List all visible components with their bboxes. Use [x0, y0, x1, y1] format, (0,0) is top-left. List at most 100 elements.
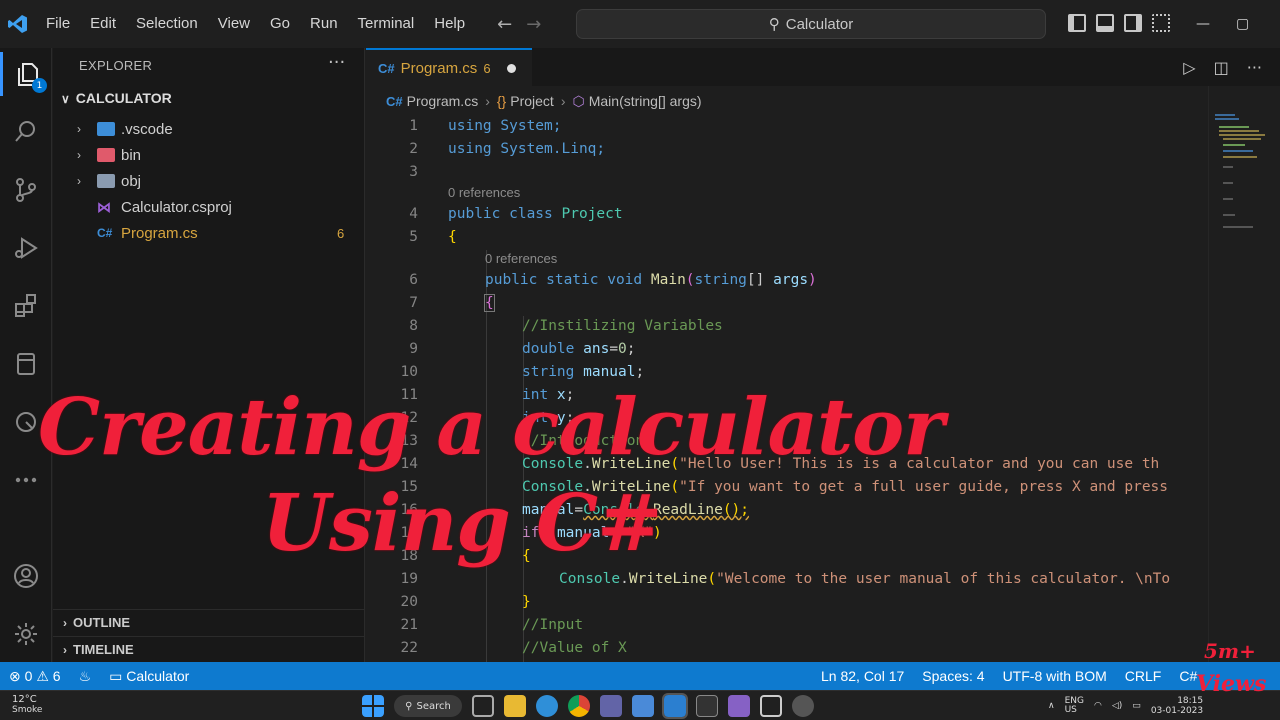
line-number: 8 — [409, 318, 418, 334]
menu-edit[interactable]: Edit — [80, 0, 126, 48]
tray-chevron-up-icon[interactable]: ∧ — [1048, 701, 1055, 711]
views-label: Views — [1196, 671, 1267, 697]
editor-more-icon[interactable]: ··· — [1247, 58, 1262, 77]
settings-gear-icon[interactable] — [0, 612, 52, 656]
store-icon[interactable] — [632, 695, 654, 717]
folder-name: CALCULATOR — [75, 90, 172, 106]
warning-icon: ⚠ — [36, 667, 49, 684]
code-line: string manual; — [522, 364, 645, 380]
search-icon: ⚲ — [405, 700, 413, 712]
extensions-icon[interactable] — [0, 284, 52, 328]
problem-count: 6 — [337, 225, 345, 241]
code-line: Console.WriteLine("Welcome to the user m… — [559, 571, 1171, 587]
timeline-section[interactable]: › TIMELINE — [53, 636, 364, 662]
menu-file[interactable]: File — [36, 0, 80, 48]
tree-item-vscode[interactable]: › .vscode — [53, 116, 364, 142]
tree-item-program-cs[interactable]: C# Program.cs 6 — [53, 220, 364, 246]
folder-header[interactable]: ∨ CALCULATOR — [61, 90, 172, 106]
cube-app-icon[interactable] — [760, 695, 782, 717]
breadcrumb-method[interactable]: Main(string[] args) — [589, 93, 702, 109]
tree-item-label: bin — [121, 146, 142, 164]
teams-icon[interactable] — [600, 695, 622, 717]
title-bar: File Edit Selection View Go Run Terminal… — [0, 0, 1280, 48]
windows-start-icon[interactable] — [362, 695, 384, 717]
battery-icon[interactable]: ▭ — [1132, 701, 1141, 711]
tab-program-cs[interactable]: C# Program.cs 6 — [366, 48, 532, 86]
class-symbol-icon: {} — [496, 93, 507, 109]
vscode-taskbar-icon[interactable] — [662, 693, 688, 719]
explorer-more-icon[interactable]: ··· — [328, 52, 345, 73]
line-number: 5 — [409, 229, 418, 245]
line-number: 9 — [409, 341, 418, 357]
menu-run[interactable]: Run — [300, 0, 348, 48]
explorer-badge: 1 — [32, 78, 47, 93]
split-editor-icon[interactable]: ◫ — [1214, 58, 1229, 77]
tree-item-bin[interactable]: › bin — [53, 142, 364, 168]
overlay-title-line-2: Using C# — [262, 478, 662, 569]
problems-indicator[interactable]: ⊗ 0 ⚠ 6 — [0, 668, 70, 685]
minimize-icon[interactable]: — — [1196, 16, 1210, 32]
cursor-position[interactable]: Ln 82, Col 17 — [812, 668, 913, 684]
code-line: double ans=0; — [522, 341, 636, 357]
vscode-logo-icon — [0, 0, 36, 48]
forward-arrow-icon[interactable]: → — [526, 14, 541, 35]
clock[interactable]: 18:15 03-01-2023 — [1151, 696, 1203, 716]
tree-item-obj[interactable]: › obj — [53, 168, 364, 194]
edge-icon[interactable] — [536, 695, 558, 717]
command-center-label: Calculator — [785, 15, 854, 33]
activity-bar: 1 — [0, 48, 52, 662]
minimap[interactable] — [1208, 86, 1280, 662]
encoding[interactable]: UTF-8 with BOM — [994, 668, 1116, 684]
codelens-references[interactable]: 0 references — [448, 185, 520, 200]
toggle-secondary-sidebar-icon[interactable] — [1124, 14, 1142, 32]
unsaved-dot-icon[interactable] — [506, 63, 516, 73]
menu-view[interactable]: View — [208, 0, 260, 48]
testing-icon[interactable] — [0, 342, 52, 386]
back-arrow-icon[interactable]: ← — [497, 14, 512, 35]
command-center-search[interactable]: ⚲ Calculator — [576, 9, 1046, 39]
code-line: public static void Main(string[] args) — [485, 272, 817, 288]
search-activity-icon[interactable] — [0, 110, 52, 154]
customize-layout-icon[interactable] — [1152, 14, 1170, 32]
toggle-panel-icon[interactable] — [1096, 14, 1114, 32]
flame-icon[interactable]: ♨ — [70, 668, 101, 685]
toggle-sidebar-icon[interactable] — [1068, 14, 1086, 32]
explorer-icon[interactable]: 1 — [0, 52, 52, 96]
breadcrumb-file[interactable]: Program.cs — [407, 93, 479, 109]
terminal-icon[interactable] — [696, 695, 718, 717]
breadcrumb-class[interactable]: Project — [510, 93, 554, 109]
visual-studio-icon[interactable] — [728, 695, 750, 717]
line-number: 1 — [409, 118, 418, 134]
accounts-icon[interactable] — [0, 554, 52, 598]
weather-widget[interactable]: 12°C Smoke — [12, 694, 42, 716]
chevron-right-icon: › — [77, 174, 81, 188]
language-indicator[interactable]: ENG US — [1065, 697, 1084, 715]
tab-label: Program.cs — [400, 59, 478, 77]
menu-go[interactable]: Go — [260, 0, 300, 48]
menu-terminal[interactable]: Terminal — [348, 0, 425, 48]
settings-app-icon[interactable] — [792, 695, 814, 717]
csharp-file-icon: C# — [97, 226, 113, 240]
taskbar-search[interactable]: ⚲ Search — [394, 695, 462, 717]
codelens-references[interactable]: 0 references — [485, 251, 557, 266]
project-indicator[interactable]: ▭ Calculator — [100, 668, 198, 685]
code-line: using System.Linq; — [448, 141, 606, 157]
tree-item-csproj[interactable]: ⋈ Calculator.csproj — [53, 194, 364, 220]
menu-selection[interactable]: Selection — [126, 0, 208, 48]
volume-icon[interactable]: ◁) — [1112, 701, 1122, 711]
wifi-icon[interactable]: ◠ — [1094, 701, 1102, 711]
run-icon[interactable]: ▷ — [1183, 58, 1195, 77]
task-view-icon[interactable] — [472, 695, 494, 717]
chevron-right-icon: › — [77, 148, 81, 162]
end-of-line[interactable]: CRLF — [1116, 668, 1171, 684]
source-control-icon[interactable] — [0, 168, 52, 212]
menu-help[interactable]: Help — [424, 0, 475, 48]
maximize-icon[interactable]: ▢ — [1236, 16, 1249, 32]
outline-section[interactable]: › OUTLINE — [53, 609, 364, 635]
run-debug-icon[interactable] — [0, 226, 52, 270]
file-explorer-icon[interactable] — [504, 695, 526, 717]
windows-taskbar: 12°C Smoke ⚲ Search ∧ ENG US ◠ ◁) ▭ 18:15 0… — [0, 690, 1280, 720]
error-icon: ⊗ — [9, 667, 21, 684]
indentation[interactable]: Spaces: 4 — [913, 668, 993, 684]
chrome-icon[interactable] — [568, 695, 590, 717]
